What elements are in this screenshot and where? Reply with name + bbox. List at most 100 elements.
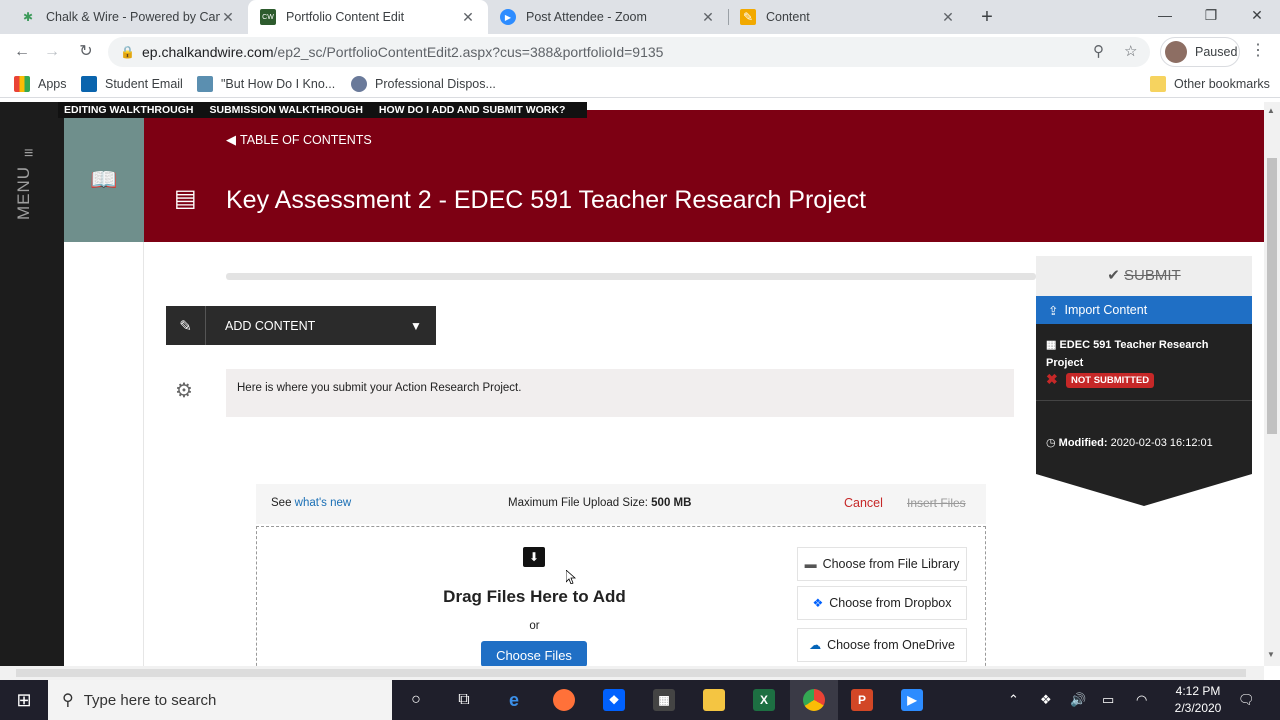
clock-date: 2/3/2020 [1174,701,1222,715]
wifi-icon[interactable]: ◠ [1136,680,1147,720]
browser-toolbar: ← → ↻ 🔒 ep.chalkandwire.com /ep2_sc/Port… [0,34,1280,70]
book-icon[interactable]: 📖 [64,118,144,242]
close-icon[interactable]: ✕ [940,9,956,26]
bookmark-student-email[interactable]: Student Email [81,75,183,93]
edge-icon[interactable]: e [490,680,538,720]
bookmark-label: Other bookmarks [1174,77,1270,91]
submission-walkthrough-link[interactable]: SUBMISSION WALKTHROUGH [210,104,363,116]
submit-button[interactable]: ✔ SUBMIT [1036,256,1252,296]
content-description[interactable]: Here is where you submit your Action Res… [226,369,1014,417]
chrome-menu-icon[interactable]: ⋮ [1250,40,1266,60]
source-label: Choose from File Library [822,557,960,571]
submission-status-panel: ▦ EDEC 591 Teacher Research Project ✖ NO… [1036,324,1252,474]
volume-icon[interactable]: 🔊 [1070,680,1086,720]
modified-info: ◷ Modified: 2020-02-03 16:12:01 [1046,436,1213,449]
file-dropzone[interactable]: ⬇ Drag Files Here to Add or Choose Files… [256,526,986,666]
max-size-value: 500 MB [651,497,692,509]
or-label: or [529,620,540,632]
gear-icon[interactable]: ⚙ [175,378,193,403]
bookmark-professional[interactable]: Professional Dispos... [351,75,496,93]
import-label: Import Content [1064,303,1148,317]
choose-files-button[interactable]: Choose Files [481,641,587,666]
submit-label: SUBMIT [1124,267,1181,284]
scroll-thumb[interactable] [1267,158,1277,434]
menu-rail[interactable]: ≡ MENU [0,102,64,666]
scroll-down-icon[interactable]: ▼ [1267,650,1275,659]
cancel-button[interactable]: Cancel [844,496,883,510]
bookmark-other[interactable]: Other bookmarks [1150,75,1270,93]
tab-zoom[interactable]: ▶ Post Attendee - Zoom ✕ [488,0,728,34]
table-of-contents-link[interactable]: ◀ TABLE OF CONTENTS [226,132,372,148]
divider [1036,400,1252,401]
cw-icon: CW [260,9,276,25]
tab-content[interactable]: ✎ Content ✕ [728,0,968,34]
reload-button[interactable]: ↻ [74,40,98,64]
editing-walkthrough-link[interactable]: EDITING WALKTHROUGH [64,104,194,116]
windows-taskbar: ⊞ ⚲ Type here to search ○ ⧉ e ❖ ▦ X P ▶ … [0,680,1280,720]
whats-new-link[interactable]: what's new [295,497,352,509]
how-do-i-add-link[interactable]: HOW DO I ADD AND SUBMIT WORK? [379,104,565,116]
download-box-icon: ⬇ [523,547,545,567]
firefox-icon[interactable] [540,680,588,720]
tab-portfolio-content-edit[interactable]: CW Portfolio Content Edit ✕ [248,0,488,34]
close-icon[interactable]: ✕ [220,9,236,26]
menu-label[interactable]: MENU [14,166,34,220]
chrome-icon[interactable] [790,680,838,720]
file-explorer-icon[interactable] [690,680,738,720]
chevron-up-icon[interactable]: ⌃ [1008,680,1019,720]
dropbox-tray-icon[interactable]: ❖ [1040,680,1052,720]
file-library-button[interactable]: ▬ Choose from File Library [797,547,967,581]
add-content-label: ADD CONTENT [225,318,316,333]
bookmark-star-icon[interactable]: ☆ [1124,37,1137,67]
notifications-icon[interactable]: 🗨 [1238,680,1255,720]
bookmark-but-how[interactable]: "But How Do I Kno... [197,75,335,93]
bookmark-label: Apps [38,77,67,91]
tab-title: Chalk & Wire - Powered by Cam [46,10,220,24]
web-page: ≡ MENU 📖 EDITING WALKTHROUGH SUBMISSION … [0,102,1264,666]
close-icon[interactable]: ✕ [700,9,716,26]
task-view-icon[interactable]: ⧉ [440,680,488,720]
profile-button[interactable]: Paused [1160,37,1240,67]
scroll-thumb[interactable] [16,669,1246,677]
zoom-search-icon[interactable]: ⚲ [1093,37,1104,67]
import-content-button[interactable]: ⇪ Import Content [1036,296,1252,324]
close-icon[interactable]: ✕ [460,9,476,26]
back-button[interactable]: ← [10,40,34,64]
scroll-up-icon[interactable]: ▲ [1267,106,1275,115]
chevron-down-icon: ▼ [410,318,422,333]
pencil-icon: ✎ [740,9,756,25]
cortana-icon[interactable]: ○ [392,680,440,720]
minimize-button[interactable]: — [1142,0,1188,30]
clock-icon: ◷ [1046,437,1059,449]
hamburger-icon[interactable]: ≡ [24,145,40,163]
clock-time: 4:12 PM [1175,684,1221,698]
add-content-dropdown[interactable]: ✎ ADD CONTENT ▼ [166,306,436,345]
insert-files-button[interactable]: Insert Files [907,496,966,510]
system-clock[interactable]: 4:12 PM 2/3/2020 [1168,683,1228,717]
battery-icon[interactable]: ▭ [1102,680,1114,720]
horizontal-scrollbar[interactable] [0,666,1264,680]
bookmark-apps[interactable]: Apps [14,75,67,93]
windows-start-icon[interactable]: ⊞ [0,680,48,720]
source-label: Choose from Dropbox [829,596,952,610]
maximize-button[interactable]: ❐ [1188,0,1234,30]
new-tab-button[interactable]: + [976,6,998,28]
powerpoint-icon[interactable]: P [838,680,886,720]
calculator-icon[interactable]: ▦ [640,680,688,720]
forward-button[interactable]: → [40,40,64,64]
tab-chalk-wire[interactable]: ✱ Chalk & Wire - Powered by Cam ✕ [8,0,248,34]
panel-pointer [1036,474,1252,506]
taskbar-search[interactable]: ⚲ Type here to search [48,680,392,720]
url-path: /ep2_sc/PortfolioContentEdit2.aspx?cus=3… [273,44,664,60]
dropbox-button[interactable]: ❖ Choose from Dropbox [797,586,967,620]
dropbox-icon[interactable]: ❖ [590,680,638,720]
document-icon: ▤ [174,185,197,212]
onedrive-button[interactable]: ☁ Choose from OneDrive [797,628,967,662]
excel-icon[interactable]: X [740,680,788,720]
close-window-button[interactable]: ✕ [1234,0,1280,30]
outlook-icon [81,76,97,92]
vertical-scrollbar[interactable]: ▲ ▼ [1264,102,1280,666]
zoom-icon[interactable]: ▶ [888,680,936,720]
address-bar[interactable]: 🔒 ep.chalkandwire.com /ep2_sc/PortfolioC… [108,37,1150,67]
page-title: Key Assessment 2 - EDEC 591 Teacher Rese… [226,186,867,214]
